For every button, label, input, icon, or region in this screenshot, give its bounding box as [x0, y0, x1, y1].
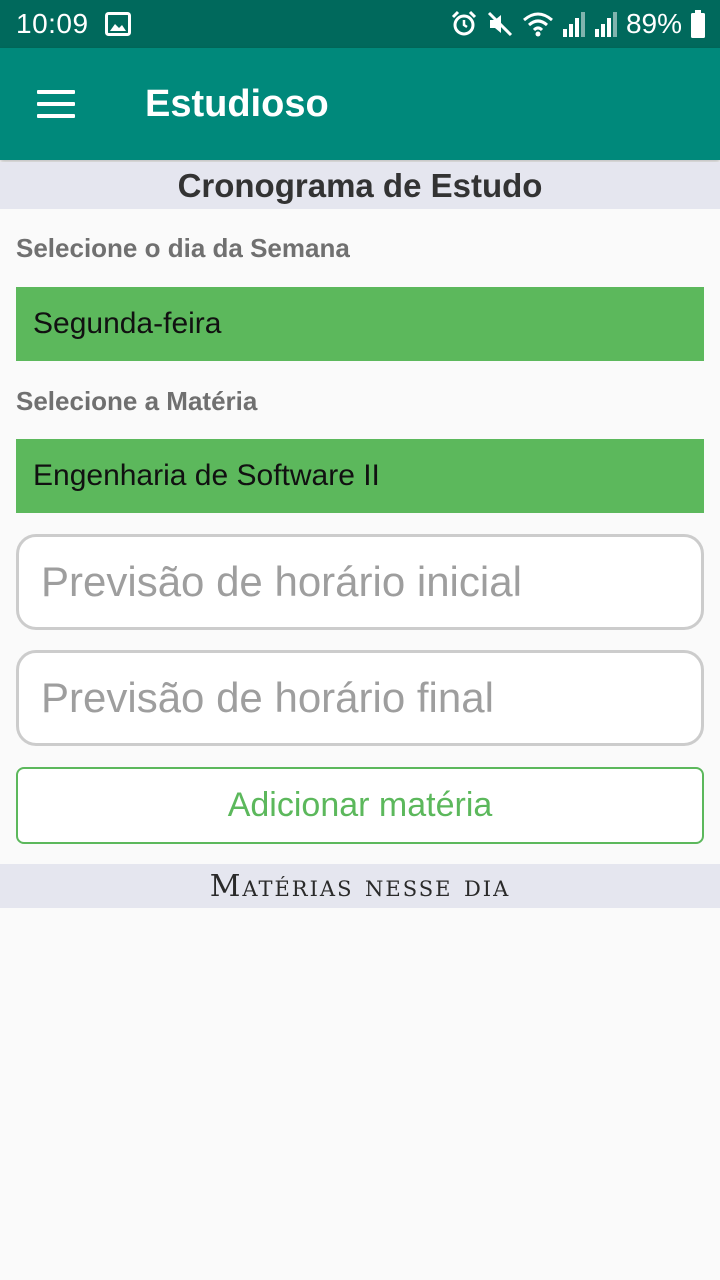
image-icon [104, 12, 131, 36]
wifi-icon [522, 11, 554, 37]
subject-spinner[interactable]: Engenharia de Software II [16, 439, 704, 513]
day-spinner[interactable]: Segunda-feira [16, 287, 704, 361]
mute-icon [486, 10, 514, 38]
battery-icon [690, 10, 706, 38]
day-label: Selecione o dia da Semana [16, 233, 350, 263]
signal-icon [594, 11, 618, 37]
alarm-icon [450, 10, 478, 38]
status-time: 10:09 [16, 8, 89, 39]
status-bar: 10:09 89% [0, 0, 720, 48]
add-subject-button[interactable]: Adicionar matéria [16, 767, 704, 844]
app-title: Estudioso [145, 82, 329, 125]
menu-button[interactable] [0, 48, 112, 160]
subjects-list [0, 908, 720, 1280]
subjects-list-header: Matérias nesse dia [0, 864, 720, 908]
end-time-input[interactable] [16, 650, 704, 746]
signal-icon [562, 11, 586, 37]
battery-percentage: 89% [625, 8, 682, 39]
page-title: Cronograma de Estudo [0, 162, 720, 209]
app-bar: Estudioso [0, 48, 720, 160]
menu-icon [37, 90, 75, 118]
subject-label: Selecione a Matéria [16, 386, 258, 416]
start-time-input[interactable] [16, 534, 704, 630]
